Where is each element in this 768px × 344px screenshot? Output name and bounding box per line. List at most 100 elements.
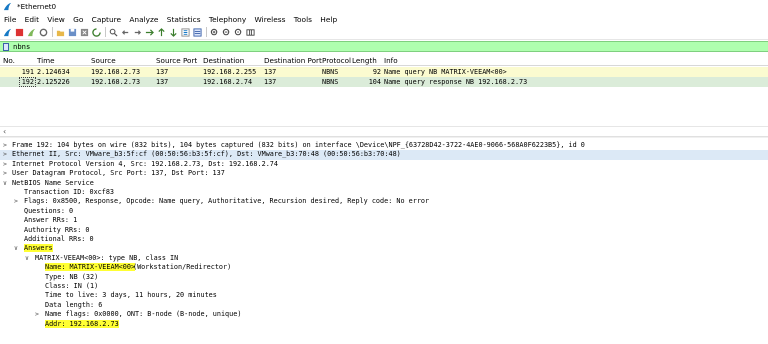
detail-answer-name[interactable]: Name: MATRIX-VEEAM<00> (Workstation/Redi…: [0, 263, 768, 272]
packet-protocol: NBNS: [322, 68, 339, 76]
col-header-protocol[interactable]: Protocol: [322, 56, 351, 65]
detail-additional-rrs[interactable]: Additional RRs: 0: [0, 235, 768, 244]
col-header-length[interactable]: Length: [352, 56, 377, 65]
packet-length: 104: [368, 78, 381, 86]
packet-destination-port: 137: [264, 78, 277, 86]
normal-size-icon[interactable]: [234, 28, 243, 37]
expand-arrow-icon[interactable]: >: [3, 169, 11, 177]
packet-row-selected[interactable]: 192 2.125226 192.168.2.73 137 192.168.2.…: [0, 77, 768, 87]
menu-edit[interactable]: Edit: [25, 15, 39, 24]
toolbar-separator: [52, 27, 53, 37]
detail-answer-rrs[interactable]: Answer RRs: 1: [0, 216, 768, 225]
go-back-icon[interactable]: [121, 28, 130, 37]
detail-frame[interactable]: > Frame 192: 104 bytes on wire (832 bits…: [0, 141, 768, 150]
packet-source: 192.168.2.73: [91, 68, 141, 76]
detail-answers[interactable]: ∨ Answers: [0, 244, 768, 253]
detail-transaction-id[interactable]: Transaction ID: 0xcf83: [0, 188, 768, 197]
col-header-source-port[interactable]: Source Port: [156, 56, 197, 65]
menu-telephony[interactable]: Telephony: [209, 15, 246, 24]
menu-statistics[interactable]: Statistics: [167, 15, 201, 24]
restart-capture-icon[interactable]: [27, 28, 36, 37]
detail-answer-class[interactable]: Class: IN (1): [0, 282, 768, 291]
menu-help[interactable]: Help: [320, 15, 337, 24]
detail-ethernet[interactable]: > Ethernet II, Src: VMware_b3:5f:cf (00:…: [0, 150, 768, 160]
packet-no: 191: [21, 68, 34, 76]
auto-scroll-icon[interactable]: [181, 27, 190, 37]
menu-file[interactable]: File: [4, 15, 16, 24]
packet-details-pane: > Frame 192: 104 bytes on wire (832 bits…: [0, 139, 768, 344]
col-header-no[interactable]: No.: [3, 56, 15, 65]
capture-options-icon[interactable]: [39, 28, 48, 37]
stop-capture-icon[interactable]: [15, 28, 24, 37]
packet-list: No. Time Source Source Port Destination …: [0, 54, 768, 126]
title-bar: *Ethernet0: [0, 0, 768, 13]
pane-splitter[interactable]: [0, 136, 768, 138]
save-file-icon[interactable]: [68, 28, 77, 37]
detail-authority-rrs[interactable]: Authority RRs: 0: [0, 226, 768, 235]
reload-file-icon[interactable]: [92, 27, 101, 37]
detail-answer-addr[interactable]: Addr: 192.168.2.73: [0, 319, 768, 329]
packet-row[interactable]: 191 2.124634 192.168.2.73 137 192.168.2.…: [0, 67, 768, 77]
scroll-left-icon[interactable]: ‹: [3, 127, 6, 136]
col-header-time[interactable]: Time: [37, 56, 55, 65]
find-packet-icon[interactable]: [109, 28, 118, 37]
go-to-packet-icon[interactable]: [145, 28, 154, 37]
open-file-icon[interactable]: [56, 28, 65, 37]
packet-destination: 192.168.2.255: [203, 68, 257, 76]
packet-length: 92: [372, 68, 381, 76]
detail-nbns[interactable]: ∨ NetBIOS Name Service: [0, 179, 768, 188]
toolbar-separator: [206, 27, 207, 37]
packet-info: Name query response NB 192.168.2.73: [384, 78, 528, 86]
filter-bookmark-icon[interactable]: [3, 42, 9, 51]
packet-no: 192: [21, 78, 34, 86]
detail-ipv4[interactable]: > Internet Protocol Version 4, Src: 192.…: [0, 160, 768, 169]
packet-source-port: 137: [156, 68, 169, 76]
detail-answer-ttl[interactable]: Time to live: 3 days, 11 hours, 20 minut…: [0, 291, 768, 300]
menu-analyze[interactable]: Analyze: [129, 15, 158, 24]
display-filter-input[interactable]: nbns: [13, 42, 30, 51]
detail-udp[interactable]: > User Datagram Protocol, Src Port: 137,…: [0, 169, 768, 178]
menu-wireless[interactable]: Wireless: [255, 15, 286, 24]
expand-arrow-icon[interactable]: >: [3, 160, 11, 168]
menu-bar: File Edit View Go Capture Analyze Statis…: [0, 13, 768, 25]
packet-list-scrollbar[interactable]: ‹: [0, 126, 768, 136]
zoom-out-icon[interactable]: [222, 28, 231, 37]
detail-answer-type[interactable]: Type: NB (32): [0, 273, 768, 282]
close-file-icon[interactable]: [80, 28, 89, 37]
expand-arrow-icon[interactable]: >: [3, 150, 11, 158]
zoom-in-icon[interactable]: [210, 28, 219, 37]
packet-destination: 192.168.2.74: [203, 78, 253, 86]
packet-protocol: NBNS: [322, 78, 339, 86]
resize-columns-icon[interactable]: [246, 28, 255, 37]
expand-arrow-icon[interactable]: >: [3, 141, 11, 149]
menu-capture[interactable]: Capture: [92, 15, 121, 24]
packet-info: Name query NB MATRIX-VEEAM<00>: [384, 68, 507, 76]
main-toolbar: [0, 25, 768, 40]
go-first-packet-icon[interactable]: [157, 27, 166, 37]
detail-questions[interactable]: Questions: 0: [0, 207, 768, 216]
menu-tools[interactable]: Tools: [294, 15, 312, 24]
go-last-packet-icon[interactable]: [169, 28, 178, 37]
menu-go[interactable]: Go: [73, 15, 83, 24]
collapse-arrow-icon[interactable]: ∨: [3, 179, 11, 187]
collapse-arrow-icon[interactable]: ∨: [25, 254, 33, 262]
start-capture-icon[interactable]: [3, 28, 12, 37]
detail-flags[interactable]: > Flags: 0x8500, Response, Opcode: Name …: [0, 197, 768, 206]
packet-list-header: No. Time Source Source Port Destination …: [0, 54, 768, 66]
collapse-arrow-icon[interactable]: ∨: [14, 244, 22, 252]
wireshark-fin-icon: [3, 2, 12, 11]
colorize-icon[interactable]: [193, 27, 202, 37]
col-header-destination-port[interactable]: Destination Port: [264, 56, 322, 65]
display-filter-bar[interactable]: nbns: [0, 41, 768, 52]
col-header-source[interactable]: Source: [91, 56, 116, 65]
detail-answer-record[interactable]: ∨ MATRIX-VEEAM<00>: type NB, class IN: [0, 254, 768, 263]
go-forward-icon[interactable]: [133, 28, 142, 37]
expand-arrow-icon[interactable]: >: [35, 310, 43, 318]
toolbar-separator: [105, 27, 106, 37]
detail-name-flags[interactable]: > Name flags: 0x0000, ONT: B-node (B-nod…: [0, 310, 768, 319]
detail-data-length[interactable]: Data length: 6: [0, 301, 768, 310]
menu-view[interactable]: View: [47, 15, 65, 24]
expand-arrow-icon[interactable]: >: [14, 197, 22, 205]
col-header-info[interactable]: Info: [384, 56, 398, 65]
col-header-destination[interactable]: Destination: [203, 56, 244, 65]
